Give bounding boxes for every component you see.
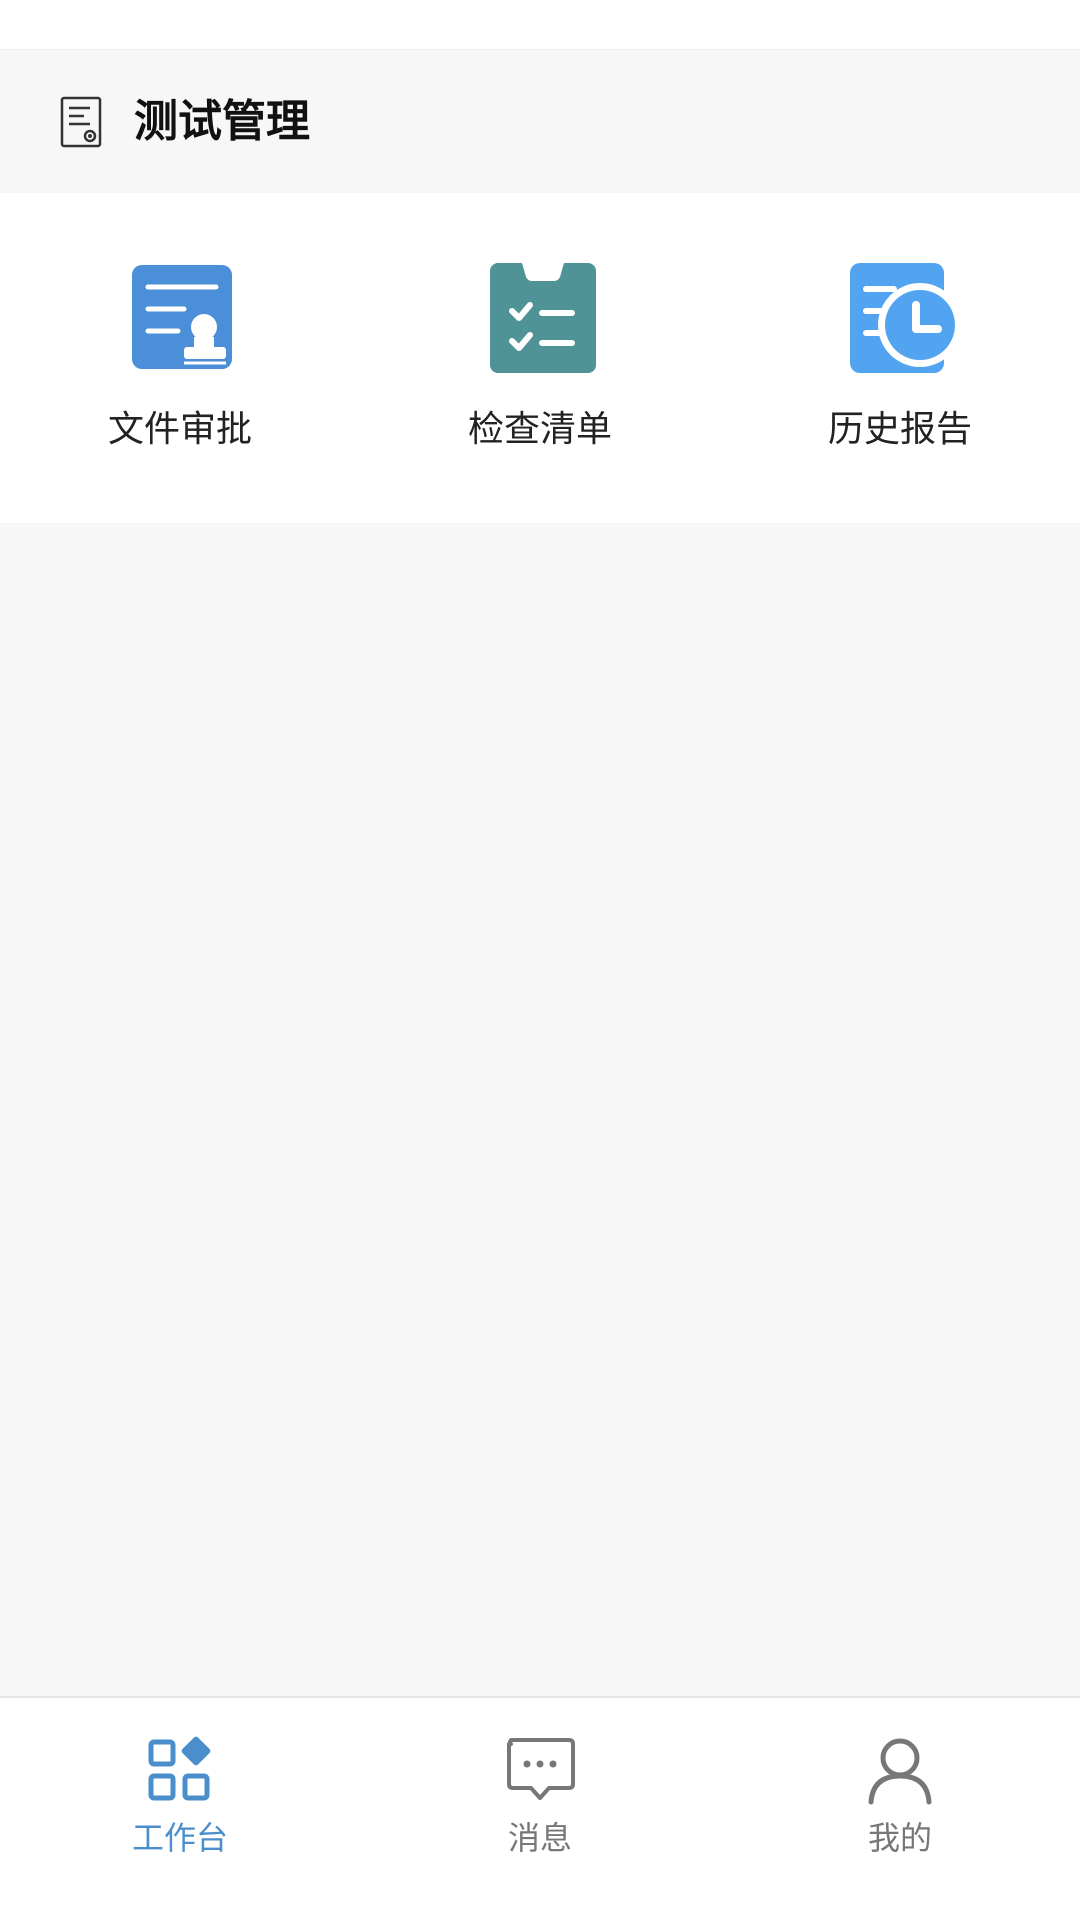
document-icon [60, 96, 102, 148]
section-header: 测试管理 [0, 50, 1080, 193]
feature-grid: 文件审批 检查清单 历史报告 [0, 193, 1080, 523]
message-icon [507, 1738, 575, 1800]
grid-item-file-approval[interactable]: 文件审批 [0, 193, 360, 523]
tab-profile[interactable]: 我的 [720, 1698, 1080, 1920]
page-title: 测试管理 [134, 96, 310, 147]
bottom-tab-bar: 工作台 消息 我的 [0, 1696, 1080, 1920]
grid-item-history-report[interactable]: 历史报告 [720, 193, 1080, 523]
tab-label: 我的 [867, 1819, 932, 1857]
tab-messages[interactable]: 消息 [360, 1698, 720, 1920]
grid-item-label: 文件审批 [107, 409, 252, 450]
file-approval-icon [132, 265, 232, 369]
grid-item-label: 历史报告 [827, 409, 972, 450]
tab-label: 工作台 [131, 1819, 228, 1857]
history-report-icon [850, 263, 960, 373]
status-bar [0, 0, 1080, 50]
tab-workbench[interactable]: 工作台 [0, 1698, 360, 1920]
profile-icon [868, 1738, 932, 1805]
grid-item-label: 检查清单 [467, 409, 612, 450]
checklist-icon [490, 263, 596, 373]
tab-label: 消息 [507, 1819, 572, 1857]
workbench-icon [148, 1736, 211, 1801]
grid-item-checklist[interactable]: 检查清单 [360, 193, 720, 523]
